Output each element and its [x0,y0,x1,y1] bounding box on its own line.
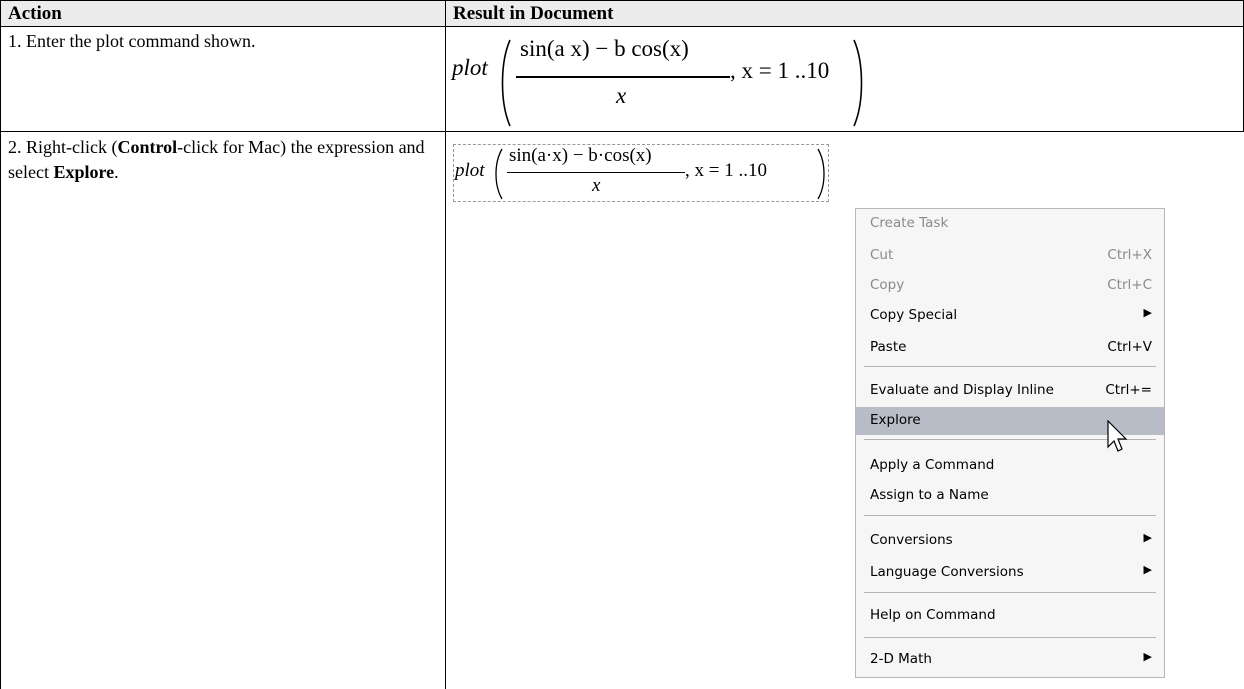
row-1-action-text: Enter the plot command shown. [26,31,256,51]
plot-fn-name-2: plot [455,160,485,181]
menu-item-create-task[interactable]: Create Task [856,210,1164,238]
menu-item-language-conversions[interactable]: Language Conversions ▶ [856,559,1164,587]
row-2-text-c: . [114,162,119,182]
table-border-top [0,0,1244,1]
shortcut-copy: Ctrl+C [1107,277,1152,293]
menu-item-2d-math[interactable]: 2-D Math ▶ [856,646,1164,674]
row-1-step-number: 1. [8,31,22,51]
menu-item-copy-special[interactable]: Copy Special ▶ [856,302,1164,330]
fraction-bar-2 [507,172,685,174]
menu-item-evaluate-inline[interactable]: Evaluate and Display Inline Ctrl+= [856,377,1164,405]
row-2-step-number: 2. [8,137,22,157]
row-2-text-a: Right-click ( [26,137,118,157]
denominator-1: x [616,83,627,108]
menu-separator [864,637,1156,638]
menu-item-cut[interactable]: Cut Ctrl+X [856,242,1164,270]
fraction-bar-1 [516,76,730,78]
menu-item-conversions[interactable]: Conversions ▶ [856,527,1164,555]
table-row-divider [0,131,1244,132]
range-1: , x = 1 ..10 [730,58,830,83]
range-2: , x = 1 ..10 [685,160,767,181]
submenu-arrow-icon: ▶ [1143,531,1152,544]
submenu-arrow-icon: ▶ [1143,563,1152,576]
row-2-bold-control: Control [117,137,178,157]
table-header-divider [0,26,1244,27]
menu-item-paste[interactable]: Paste Ctrl+V [856,334,1164,362]
column-header-action: Action [8,3,62,24]
submenu-arrow-icon: ▶ [1143,306,1152,319]
menu-separator [864,515,1156,516]
shortcut-paste: Ctrl+V [1107,339,1152,355]
left-paren-1 [501,39,511,127]
mouse-pointer-icon [1107,420,1128,452]
numerator-1: sin(a x) − b cos(x) [520,36,689,61]
row-2-bold-explore: Explore [53,162,115,182]
shortcut-evaluate: Ctrl+= [1105,382,1152,398]
row-1-action: 1. Enter the plot command shown. [8,29,255,54]
left-paren-2 [495,148,503,200]
submenu-arrow-icon: ▶ [1143,650,1152,663]
menu-item-assign-name[interactable]: Assign to a Name [856,482,1164,510]
menu-item-copy[interactable]: Copy Ctrl+C [856,272,1164,300]
denominator-2: x [592,175,601,196]
plot-fn-name-1: plot [452,55,488,80]
right-paren-1 [853,39,863,127]
menu-item-help-on-command[interactable]: Help on Command [856,602,1164,630]
table-border-left [0,0,1,689]
menu-item-apply-command[interactable]: Apply a Command [856,452,1164,480]
column-header-result: Result in Document [453,3,614,24]
menu-separator [864,592,1156,593]
row-2-action: 2. Right-click (Control-click for Mac) t… [8,135,438,185]
table-column-divider [445,0,446,689]
menu-separator [864,366,1156,367]
shortcut-cut: Ctrl+X [1107,247,1152,263]
right-paren-2 [817,148,825,200]
table-header [0,0,1244,26]
numerator-2: sin(a·x) − b·cos(x) [509,145,652,166]
